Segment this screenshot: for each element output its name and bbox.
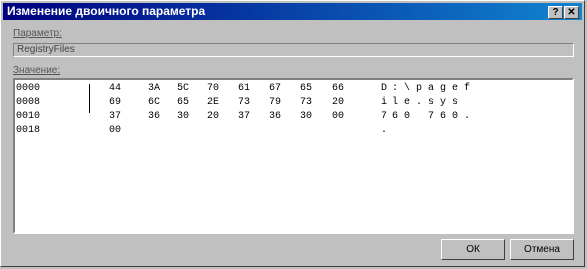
hex-byte[interactable]: 20 bbox=[207, 110, 225, 124]
hex-byte[interactable]: 00 bbox=[109, 124, 127, 138]
hex-byte[interactable]: 30 bbox=[177, 110, 195, 124]
close-button[interactable]: ✕ bbox=[564, 6, 579, 19]
ascii-char[interactable]: 0 bbox=[452, 110, 464, 124]
hex-byte[interactable]: 61 bbox=[238, 82, 256, 96]
ascii-char[interactable]: . bbox=[464, 110, 476, 124]
ascii-char[interactable]: s bbox=[428, 96, 440, 110]
hex-byte[interactable]: 73 bbox=[238, 96, 256, 110]
value-label: Значение: bbox=[13, 65, 61, 76]
hex-byte[interactable]: 65 bbox=[300, 82, 318, 96]
ascii-char[interactable]: 7 bbox=[428, 110, 440, 124]
close-icon: ✕ bbox=[567, 7, 576, 18]
ascii-char[interactable]: 0 bbox=[404, 110, 416, 124]
ok-button[interactable]: ОК bbox=[441, 239, 505, 260]
hex-byte[interactable]: 69 bbox=[109, 96, 127, 110]
hex-byte[interactable]: 6C bbox=[148, 96, 166, 110]
ascii-char[interactable]: . bbox=[416, 96, 428, 110]
ascii-char[interactable]: e bbox=[452, 82, 464, 96]
ascii-char[interactable]: p bbox=[416, 82, 428, 96]
hex-byte[interactable]: 3A bbox=[148, 82, 166, 96]
hex-byte[interactable]: 20 bbox=[332, 96, 350, 110]
help-button[interactable]: ? bbox=[548, 6, 563, 19]
binary-value-dialog: Изменение двоичного параметра ? ✕ Параме… bbox=[0, 0, 585, 267]
hex-row-address: 0008 bbox=[16, 97, 41, 108]
hex-byte[interactable]: 37 bbox=[238, 110, 256, 124]
hex-byte[interactable]: 5C bbox=[177, 82, 195, 96]
hex-byte[interactable]: 37 bbox=[109, 110, 127, 124]
ascii-char[interactable]: s bbox=[452, 96, 464, 110]
ascii-char[interactable]: 6 bbox=[440, 110, 452, 124]
hex-byte[interactable]: 30 bbox=[300, 110, 318, 124]
ascii-char[interactable]: f bbox=[464, 82, 476, 96]
ascii-char[interactable]: \ bbox=[404, 82, 416, 96]
cancel-button[interactable]: Отмена bbox=[510, 239, 574, 260]
hex-byte[interactable]: 65 bbox=[177, 96, 195, 110]
ascii-char[interactable]: 6 bbox=[392, 110, 404, 124]
title-bar: Изменение двоичного параметра ? ✕ bbox=[3, 3, 582, 20]
ascii-char[interactable]: : bbox=[392, 82, 404, 96]
hex-editor-cursor bbox=[89, 84, 90, 113]
hex-row-address: 0018 bbox=[16, 125, 41, 136]
hex-byte[interactable]: 79 bbox=[269, 96, 287, 110]
dialog-title: Изменение двоичного параметра bbox=[7, 4, 206, 18]
ascii-char[interactable]: a bbox=[428, 82, 440, 96]
help-icon: ? bbox=[552, 7, 559, 18]
hex-byte[interactable]: 36 bbox=[269, 110, 287, 124]
ascii-char[interactable]: g bbox=[440, 82, 452, 96]
param-name-field: RegistryFiles bbox=[13, 43, 574, 57]
ascii-char[interactable]: . bbox=[381, 124, 393, 138]
param-label: Параметр: bbox=[13, 28, 62, 39]
hex-byte[interactable]: 70 bbox=[207, 82, 225, 96]
hex-byte[interactable]: 66 bbox=[332, 82, 350, 96]
ascii-char[interactable]: e bbox=[404, 96, 416, 110]
hex-row-address: 0000 bbox=[16, 83, 41, 94]
hex-editor[interactable]: 0000 44 3A 5C 70 61 67 65 66 D: \ p a g e f 0008 69 6C 65 2E… bbox=[13, 78, 574, 234]
hex-byte[interactable]: 44 bbox=[109, 82, 127, 96]
hex-byte[interactable]: 2E bbox=[207, 96, 225, 110]
hex-byte[interactable]: 73 bbox=[300, 96, 318, 110]
ascii-char[interactable]: l bbox=[392, 96, 404, 110]
hex-byte[interactable]: 67 bbox=[269, 82, 287, 96]
ascii-char[interactable]: y bbox=[440, 96, 452, 110]
hex-byte[interactable]: 00 bbox=[332, 110, 350, 124]
hex-row-address: 0010 bbox=[16, 111, 41, 122]
hex-byte[interactable]: 36 bbox=[148, 110, 166, 124]
